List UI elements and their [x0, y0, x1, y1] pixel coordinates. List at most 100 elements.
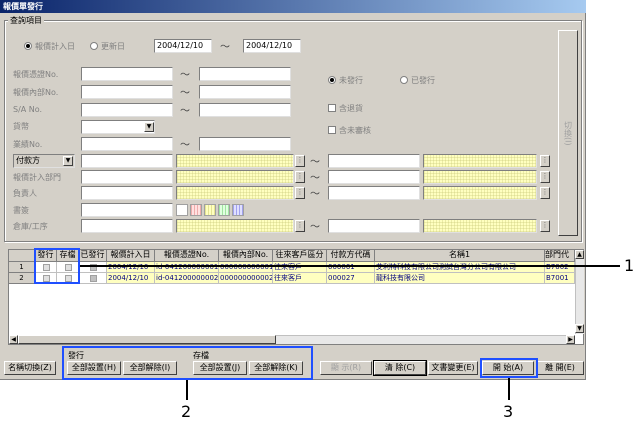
- date-from-field[interactable]: 2004/12/10: [154, 39, 212, 53]
- warehouse-from-name[interactable]: [176, 219, 294, 233]
- currency-label: 貨幣: [13, 122, 29, 131]
- col-header-internal-no[interactable]: 報價內部No.: [219, 250, 273, 262]
- scroll-up-icon[interactable]: ▲: [575, 250, 584, 259]
- radio-issued[interactable]: [400, 76, 408, 84]
- col-header-quote-date[interactable]: 報價計入日: [107, 250, 155, 262]
- chk-include-declined-label: 含退貨: [339, 104, 363, 113]
- dept-to-name[interactable]: [423, 170, 537, 184]
- name-switch-button[interactable]: 名稱切換(Z): [4, 361, 56, 375]
- doc-field[interactable]: [81, 203, 173, 217]
- business-no-tilde: 〜: [180, 140, 190, 151]
- doc-swatch-green[interactable]: [218, 204, 230, 216]
- doc-swatch-blue[interactable]: [232, 204, 244, 216]
- radio-unissued[interactable]: [328, 76, 336, 84]
- quote-no-label: 報價憑證No.: [13, 70, 59, 79]
- scroll-down-icon[interactable]: ▼: [575, 324, 584, 333]
- dept-to-code[interactable]: [328, 170, 420, 184]
- doc-label: 書簽: [13, 206, 29, 215]
- scroll-left-icon[interactable]: ◀: [9, 335, 18, 344]
- quote-no-tilde: 〜: [180, 70, 190, 81]
- switch-button-label: 切換(I): [563, 121, 573, 146]
- doc-swatch-yellow[interactable]: [204, 204, 216, 216]
- payer-from-code[interactable]: [81, 154, 173, 168]
- quote-no-from-field[interactable]: [81, 67, 173, 81]
- dept-from-lookup[interactable]: ⋮: [295, 171, 305, 183]
- chk-include-declined[interactable]: [328, 104, 336, 112]
- sa-no-tilde: 〜: [180, 106, 190, 117]
- col-header-cust-type[interactable]: 往來客戶區分: [273, 250, 327, 262]
- business-no-to-field[interactable]: [199, 137, 291, 151]
- staff-from-lookup[interactable]: ⋮: [295, 187, 305, 199]
- staff-label: 負責人: [13, 189, 37, 198]
- doc-swatch-red[interactable]: [190, 204, 202, 216]
- table-row-1-date: 2004/12/10: [107, 262, 155, 273]
- row-number[interactable]: 1: [9, 262, 35, 273]
- switch-button[interactable]: 切換(I): [558, 30, 578, 236]
- sa-no-to-field[interactable]: [199, 103, 291, 117]
- radio-quote-date-label: 報價計入日: [35, 42, 75, 51]
- payer-from-name[interactable]: [176, 154, 294, 168]
- dept-from-code[interactable]: [81, 170, 173, 184]
- payer-to-lookup[interactable]: ⋮: [540, 155, 550, 167]
- display-button[interactable]: 顯 示(R): [320, 361, 372, 375]
- vertical-scrollbar[interactable]: [575, 250, 584, 334]
- table-row-2-payer-code: 000027: [327, 273, 375, 284]
- radio-issued-label: 已發行: [411, 76, 435, 85]
- staff-to-lookup[interactable]: ⋮: [540, 187, 550, 199]
- radio-quote-date[interactable]: [24, 42, 32, 50]
- sa-no-label: S/A No.: [13, 105, 43, 114]
- warehouse-from-code[interactable]: [81, 219, 173, 233]
- date-to-field[interactable]: 2004/12/10: [243, 39, 301, 53]
- col-header-dept[interactable]: 部門代: [545, 250, 575, 262]
- doc-swatch-white[interactable]: [176, 204, 188, 216]
- staff-from-code[interactable]: [81, 186, 173, 200]
- col-header-payer-code[interactable]: 付款方代碼: [327, 250, 375, 262]
- clear-button[interactable]: 清 除(C): [373, 360, 427, 376]
- row-number[interactable]: 2: [9, 273, 35, 284]
- callout-2-leader: [186, 380, 188, 400]
- date-range-tilde: 〜: [220, 42, 230, 53]
- radio-update-date[interactable]: [90, 42, 98, 50]
- staff-from-name[interactable]: [176, 186, 294, 200]
- payer-to-name[interactable]: [423, 154, 537, 168]
- warehouse-to-code[interactable]: [328, 219, 420, 233]
- table-row-2-date: 2004/12/10: [107, 273, 155, 284]
- quote-no-to-field[interactable]: [199, 67, 291, 81]
- horizontal-scroll-thumb[interactable]: [18, 335, 276, 344]
- query-legend: 查詢項目: [8, 15, 44, 26]
- col-header-issued[interactable]: 已發行: [79, 250, 107, 262]
- sa-no-from-field[interactable]: [81, 103, 173, 117]
- col-header-name1[interactable]: 名稱1: [375, 250, 545, 262]
- table-row-2-internal-no: 000000000002: [219, 273, 273, 284]
- doc-change-button[interactable]: 文書變更(E): [428, 361, 478, 375]
- callout-3-highlight: [480, 358, 538, 378]
- payer-from-lookup[interactable]: ⋮: [295, 155, 305, 167]
- warehouse-label: 倉庫/工序: [13, 222, 48, 231]
- chk-include-unapproved[interactable]: [328, 126, 336, 134]
- dept-to-lookup[interactable]: ⋮: [540, 171, 550, 183]
- col-header-quote-no[interactable]: 報價憑證No.: [155, 250, 219, 262]
- staff-to-code[interactable]: [328, 186, 420, 200]
- quote-internal-no-to-field[interactable]: [199, 85, 291, 99]
- pay-type-dropdown-arrow[interactable]: ▼: [63, 156, 73, 166]
- warehouse-from-lookup[interactable]: ⋮: [295, 220, 305, 232]
- scroll-right-icon[interactable]: ▶: [566, 335, 575, 344]
- staff-tilde: 〜: [310, 189, 320, 200]
- close-button[interactable]: 離 開(E): [536, 361, 584, 375]
- quote-internal-no-from-field[interactable]: [81, 85, 173, 99]
- table-row-1-issued: [79, 262, 107, 273]
- payer-to-code[interactable]: [328, 154, 420, 168]
- warehouse-to-name[interactable]: [423, 219, 537, 233]
- business-no-from-field[interactable]: [81, 137, 173, 151]
- table-row-2-name: 龍科技有限公司: [375, 273, 545, 284]
- table-row-2-dept: B7001: [545, 273, 575, 284]
- staff-to-name[interactable]: [423, 186, 537, 200]
- table-row-1-internal-no: 000000000001: [219, 262, 273, 273]
- table-row-1-cust-type: 往來客戶: [273, 262, 327, 273]
- dept-from-name[interactable]: [176, 170, 294, 184]
- table-row-2-quote-no: id-041200000002: [155, 273, 219, 284]
- warehouse-tilde: 〜: [310, 222, 320, 233]
- currency-dropdown-arrow[interactable]: ▼: [144, 122, 154, 132]
- warehouse-to-lookup[interactable]: ⋮: [540, 220, 550, 232]
- callout-3-leader: [508, 378, 510, 400]
